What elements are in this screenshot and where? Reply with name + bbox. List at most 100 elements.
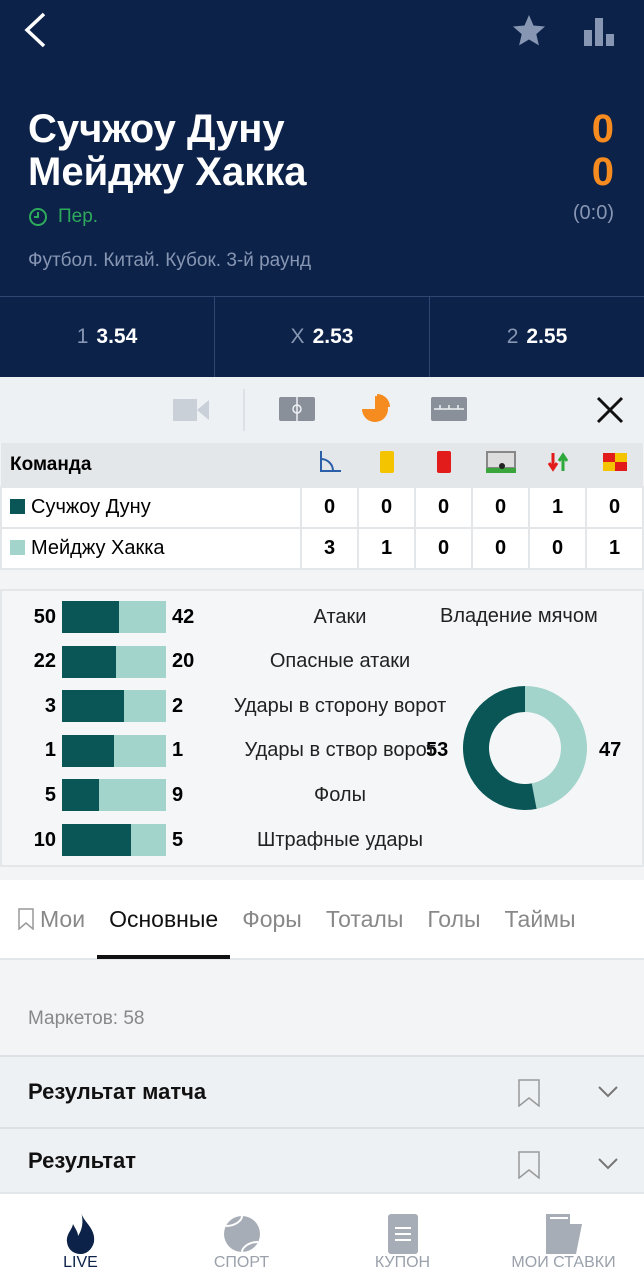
nav-live[interactable]: LIVE [0, 1194, 161, 1280]
market-row[interactable]: Результат матча [0, 1055, 644, 1127]
team-name: Сучжоу Дуну [31, 496, 151, 518]
market-tabs: Мои Основные Форы Тоталы Голы Таймы [0, 880, 644, 960]
tab-label: Форы [242, 905, 302, 932]
table-row: Сучжоу Дуну 0 0 0 0 1 0 [0, 486, 644, 529]
tab-2[interactable]: Форы [230, 879, 314, 959]
tab-5[interactable]: Таймы [493, 879, 588, 959]
bookmark-icon[interactable] [518, 1079, 540, 1107]
nav-coupon[interactable]: КУПОН [322, 1194, 483, 1280]
home-bar-fill [62, 824, 132, 856]
odd-key: 2 [506, 325, 519, 348]
stat-cell: 0 [300, 486, 359, 529]
tab-1[interactable]: Основные [97, 879, 231, 959]
odd-1-button[interactable]: 1 3.54 [0, 297, 215, 377]
tab-label: Основные [109, 905, 219, 932]
fire-icon [66, 1212, 94, 1254]
bookmark-icon[interactable] [518, 1151, 540, 1179]
tab-4[interactable]: Голы [415, 879, 492, 959]
chevron-down-icon[interactable] [597, 1157, 619, 1171]
match-stats-panel: Владение мячом 5 3 47 50 42 Атаки 22 20 Опасны… [0, 589, 644, 867]
stat-cell: 1 [357, 527, 416, 570]
half-score: (0:0) [572, 202, 614, 224]
possession-away: 47 [599, 739, 622, 761]
stat-row: 22 20 Опасные атаки [2, 645, 454, 678]
home-bar-fill [62, 734, 114, 767]
stat-bar [62, 779, 166, 812]
away-value: 2 [172, 694, 184, 717]
team2-name: Мейджу Хакка [28, 150, 307, 194]
stat-label: Удары в сторону ворот [233, 694, 447, 717]
nav-label: СПОРТ [213, 1254, 270, 1271]
home-value: 5 [44, 783, 56, 806]
team-column-header: Команда [1, 443, 301, 487]
odd-x-button[interactable]: X 2.53 [215, 297, 430, 377]
team1-name: Сучжоу Дуну [28, 107, 285, 151]
substitution-icon [547, 451, 568, 472]
close-icon[interactable] [595, 395, 625, 425]
odds-bar: 1 3.54 X 2.53 2 2.55 [0, 296, 644, 377]
corner-icon [319, 450, 341, 472]
possession-away-slice [525, 686, 587, 809]
star-icon[interactable] [512, 14, 546, 46]
chevron-down-icon[interactable] [597, 1085, 619, 1099]
stat-cell: 0 [414, 527, 473, 570]
home-value: 1 [44, 739, 56, 762]
stat-label: Атаки [313, 605, 367, 628]
stat-label: Удары в створ ворот [244, 739, 436, 762]
away-value: 20 [172, 650, 195, 673]
away-value: 5 [172, 828, 184, 851]
table-row: Мейджу Хакка 3 1 0 0 0 1 [0, 527, 644, 570]
field-icon[interactable] [279, 397, 315, 421]
stat-label: Штрафные удары [257, 828, 423, 851]
stat-bar [62, 734, 166, 767]
stats-icon[interactable] [584, 18, 616, 46]
possession-title: Владение мячом [440, 605, 598, 627]
market-title: Результат [28, 1147, 137, 1173]
home-value: 10 [33, 828, 56, 851]
stat-cell: 1 [585, 527, 644, 570]
period: Пер. [58, 206, 99, 227]
stat-cell: 0 [471, 527, 530, 570]
team2-score: 0 [591, 150, 614, 194]
away-value: 42 [172, 605, 195, 628]
tab-0[interactable]: Мои [0, 879, 97, 959]
odd-value: 3.54 [96, 325, 138, 348]
odd-value: 2.55 [526, 325, 568, 348]
ball-icon [223, 1215, 260, 1253]
nav-sport[interactable]: СПОРТ [161, 1194, 322, 1280]
odd-2-button[interactable]: 2 2.55 [430, 297, 644, 377]
stat-bar [62, 601, 166, 633]
odd-key: X [290, 325, 305, 348]
stat-row: 50 42 Атаки [2, 601, 454, 633]
market-row[interactable]: Результат [0, 1127, 644, 1192]
video-icon[interactable] [173, 399, 209, 421]
timeline-icon[interactable] [431, 397, 467, 421]
yellow-card-icon [379, 450, 394, 473]
stats-toolbar [0, 377, 644, 443]
nav-my-bets[interactable]: МОИ СТАВКИ [483, 1194, 644, 1280]
markets-count: Маркетов: 58 [28, 1008, 145, 1029]
bottom-nav: LIVE СПОРТ КУПОН МОИ СТАВКИ [0, 1192, 644, 1280]
back-icon[interactable] [22, 12, 48, 48]
stat-cell: 0 [357, 486, 416, 529]
home-value: 3 [44, 694, 56, 717]
odd-value: 2.53 [312, 325, 354, 348]
stat-label: Фолы [314, 783, 366, 806]
clock-icon [29, 208, 47, 226]
team-color-swatch [10, 540, 25, 555]
home-value: 22 [33, 650, 56, 673]
stat-cell: 0 [471, 486, 530, 529]
pie-chart-icon[interactable] [360, 394, 390, 424]
stat-cell: 0 [414, 486, 473, 529]
offside-flag-icon [602, 452, 627, 471]
tab-label: Голы [427, 905, 481, 932]
tab-3[interactable]: Тоталы [314, 879, 416, 959]
odd-key: 1 [76, 325, 89, 348]
market-title: Результат матча [28, 1079, 207, 1104]
tab-label: Мои [40, 905, 86, 932]
tab-label: Тоталы [325, 905, 404, 932]
stat-bar [62, 690, 166, 723]
penalty-icon [485, 450, 516, 473]
team-color-swatch [10, 499, 25, 514]
home-bar-fill [62, 779, 100, 812]
